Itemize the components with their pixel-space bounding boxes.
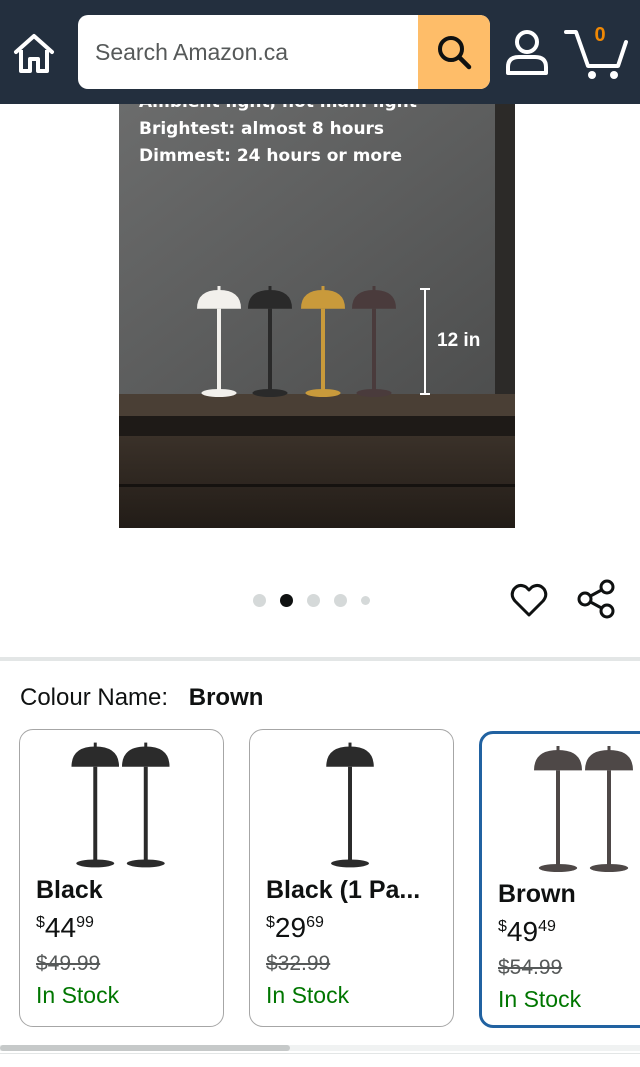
carousel-dots <box>253 590 384 610</box>
section-divider <box>0 1053 640 1067</box>
price-whole: 44 <box>44 912 77 943</box>
swatch-black-1-pack[interactable]: Black (1 Pa... $2969 $32.99 In Stock <box>249 729 454 1027</box>
account-icon <box>506 30 548 75</box>
swatch-availability: In Stock <box>36 982 120 1008</box>
price-symbol: $ <box>266 914 275 931</box>
swatch-image <box>534 746 633 872</box>
swatch-brown[interactable]: Brown $4949 $54.99 In Stock <box>479 731 640 1028</box>
price-symbol: $ <box>498 918 507 935</box>
swatch-name: Black <box>36 876 103 904</box>
wishlist-button[interactable] <box>509 580 549 620</box>
swatch-list-price: $49.99 <box>36 952 101 975</box>
colour-name-value: Brown <box>188 684 264 711</box>
price-whole: 29 <box>274 912 307 943</box>
cart-button[interactable]: 0 <box>562 22 632 82</box>
search-bar <box>78 15 490 89</box>
search-input[interactable] <box>78 15 416 89</box>
swatch-price: $4499 <box>36 912 94 944</box>
search-button[interactable] <box>418 15 490 89</box>
home-button[interactable] <box>10 30 58 78</box>
swatch-list-price: $54.99 <box>498 956 563 979</box>
swatch-lamp-1 <box>585 746 633 872</box>
swatch-name: Black (1 Pa... <box>266 876 421 904</box>
carousel-dot[interactable] <box>253 593 266 607</box>
price-whole: 49 <box>506 916 539 947</box>
top-nav-bar: 0 <box>0 0 640 104</box>
swatch-lamp-0 <box>534 746 582 872</box>
swatch-black[interactable]: Black $4499 $49.99 In Stock <box>19 729 224 1027</box>
cart-count-badge: 0 <box>594 24 606 46</box>
swatch-price: $2969 <box>266 912 324 944</box>
price-symbol: $ <box>36 914 45 931</box>
product-photo <box>119 104 515 528</box>
swatch-availability: In Stock <box>498 986 582 1012</box>
account-button[interactable] <box>503 27 551 79</box>
swatch-lamp-0 <box>326 742 374 868</box>
swatch-availability: In Stock <box>266 982 350 1008</box>
swatch-scrollbar-thumb[interactable] <box>0 1045 290 1051</box>
image-caption-line-3: Dimmest: 24 hours or more <box>139 146 403 166</box>
carousel-dot[interactable] <box>361 595 370 605</box>
colour-name-row: Colour Name: Brown <box>20 684 263 712</box>
height-label: 12 in <box>437 330 481 351</box>
swatch-lamp-0 <box>71 742 120 868</box>
image-caption-line-2: Brightest: almost 8 hours <box>139 119 385 139</box>
product-image[interactable]: Ambient light, not main light Brightest:… <box>119 104 515 528</box>
price-fraction: 99 <box>76 914 94 931</box>
heart-icon <box>510 583 548 617</box>
swatch-scrollbar[interactable] <box>0 1045 640 1051</box>
search-icon <box>438 36 472 70</box>
swatch-image <box>326 742 374 868</box>
carousel-dot[interactable] <box>334 593 347 607</box>
share-button[interactable] <box>576 578 618 620</box>
image-caption-line-1: Ambient light, not main light <box>139 104 417 112</box>
share-icon <box>577 579 615 619</box>
price-fraction: 69 <box>306 914 324 931</box>
price-fraction: 49 <box>538 918 556 935</box>
swatch-name: Brown <box>498 880 576 908</box>
colour-name-label: Colour Name: <box>20 684 169 711</box>
carousel-dot-active[interactable] <box>280 593 293 607</box>
swatch-image <box>71 742 170 868</box>
home-icon <box>14 34 54 73</box>
section-divider <box>0 657 640 661</box>
swatch-list-price: $32.99 <box>266 952 331 975</box>
swatch-lamp-1 <box>121 742 170 868</box>
carousel-dot[interactable] <box>307 593 320 607</box>
swatch-price: $4949 <box>498 916 556 948</box>
